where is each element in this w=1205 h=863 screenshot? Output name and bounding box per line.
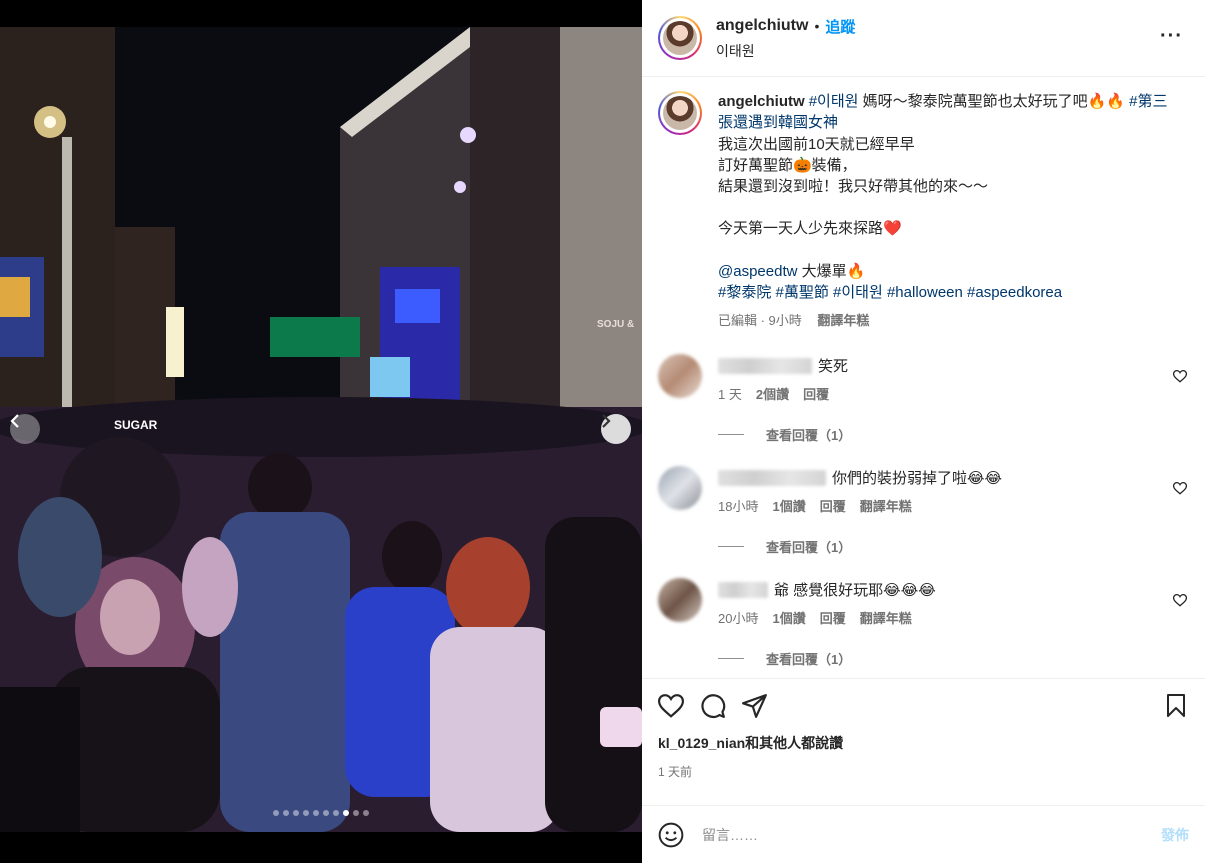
- caption-line: 我這次出國前10天就已經早早: [718, 135, 915, 153]
- halloween-street-scene: SUGAR SOJU &: [0, 27, 642, 832]
- hashtag-list: #黎泰院 #萬聖節 #이태원 #halloween #aspeedkorea: [718, 282, 1178, 303]
- comment-likes[interactable]: 2個讚: [756, 384, 789, 403]
- emoji-button[interactable]: [658, 822, 684, 848]
- chevron-right-icon: [602, 414, 611, 428]
- comment-text: 你們的裝扮弱掉了啦😂😂: [832, 470, 1003, 488]
- post-location[interactable]: 이태원: [716, 41, 855, 61]
- comment-text: 爺 感覺很好玩耶😂😂😂: [774, 582, 936, 600]
- add-comment-bar: 發佈: [642, 805, 1205, 863]
- comment-item: 你們的裝扮弱掉了啦😂😂 18小時 1個讚 回覆 翻譯年糕: [658, 465, 1189, 515]
- comment-time: 1 天: [718, 386, 742, 402]
- view-replies-button[interactable]: 查看回覆（1）: [718, 649, 1189, 668]
- paper-plane-icon: [742, 694, 767, 718]
- slide-dot: [333, 810, 339, 816]
- likes-summary[interactable]: kl_0129_nian和其他人都說讚: [642, 733, 1205, 753]
- reply-button[interactable]: 回覆: [820, 608, 846, 627]
- post-photo[interactable]: SUGAR SOJU &: [0, 27, 642, 832]
- comment-like-icon[interactable]: [1173, 593, 1187, 607]
- post-timestamp[interactable]: 1 天前: [642, 763, 1205, 780]
- translate-button[interactable]: 翻譯年糕: [860, 608, 912, 627]
- commenter-username-blurred[interactable]: [718, 581, 768, 598]
- slide-dot: [313, 810, 319, 816]
- chevron-left-icon: [10, 414, 19, 428]
- translate-button[interactable]: 翻譯年糕: [817, 313, 869, 328]
- next-photo-button[interactable]: [601, 414, 631, 444]
- prev-photo-button[interactable]: [10, 414, 40, 444]
- post-comment-button[interactable]: 發佈: [1161, 825, 1189, 845]
- hashtag-link[interactable]: #aspeedkorea: [967, 284, 1062, 301]
- caption-line: 訂好萬聖節🎃裝備，: [718, 156, 857, 174]
- view-replies-label: 查看回覆（1）: [766, 651, 852, 667]
- save-button[interactable]: [1165, 694, 1187, 721]
- post-caption: angelchiutw #이태원 媽呀～黎泰院萬聖節也太好玩了吧🔥🔥 #第三張還遇…: [658, 91, 1189, 332]
- commenter-username-blurred[interactable]: [718, 469, 826, 486]
- slide-dot: [293, 810, 299, 816]
- follow-button[interactable]: 追蹤: [825, 16, 855, 37]
- comment-time: 20小時: [718, 610, 759, 626]
- edited-time: 已編輯 · 9小時: [718, 313, 802, 329]
- caption-avatar[interactable]: [658, 91, 702, 135]
- caption-username[interactable]: angelchiutw: [718, 93, 805, 110]
- reply-button[interactable]: 回覆: [820, 496, 846, 515]
- hashtag-link[interactable]: #halloween: [887, 284, 963, 301]
- smiley-icon: [658, 822, 684, 847]
- comment-likes[interactable]: 1個讚: [772, 496, 805, 515]
- caption-text: 大爆單🔥: [797, 262, 866, 280]
- share-button[interactable]: [742, 694, 768, 718]
- commenter-avatar[interactable]: [658, 353, 702, 398]
- slide-dot: [343, 810, 349, 816]
- comment-item: 爺 感覺很好玩耶😂😂😂 20小時 1個讚 回覆 翻譯年糕: [658, 577, 1189, 627]
- comments-list[interactable]: angelchiutw #이태원 媽呀～黎泰院萬聖節也太好玩了吧🔥🔥 #第三張還遇…: [642, 77, 1205, 679]
- heart-icon: [658, 694, 684, 718]
- slide-indicator: [0, 810, 642, 816]
- comment-input[interactable]: [702, 826, 1161, 843]
- caption-line: 結果還到沒到啦！我只好帶其他的來～～: [718, 178, 989, 196]
- separator-dot: •: [814, 18, 820, 34]
- author-username[interactable]: angelchiutw: [716, 17, 808, 35]
- slide-dot: [273, 810, 279, 816]
- view-replies-button[interactable]: 查看回覆（1）: [718, 425, 1189, 444]
- view-replies-label: 查看回覆（1）: [766, 427, 852, 443]
- comment-likes[interactable]: 1個讚: [772, 608, 805, 627]
- post-actions: [642, 679, 1205, 733]
- more-options-icon[interactable]: ···: [1160, 26, 1183, 46]
- hashtag-link[interactable]: #이태원: [809, 93, 859, 110]
- post-header: angelchiutw • 追蹤 이태원 ···: [642, 0, 1205, 77]
- like-button[interactable]: [658, 694, 684, 718]
- instagram-post-modal: SUGAR SOJU & angelchiutw • 追蹤 이태원 ··· an…: [0, 0, 1205, 863]
- caption-text: 媽呀～黎泰院萬聖節也太好玩了吧🔥🔥: [858, 93, 1130, 110]
- comment-text: 笑死: [818, 358, 849, 376]
- sugar-sign: SUGAR: [114, 418, 158, 432]
- hashtag-link[interactable]: #이태원: [833, 284, 883, 301]
- comment-bubble-icon: [701, 694, 726, 718]
- view-replies-label: 查看回覆（1）: [766, 539, 852, 555]
- slide-dot: [353, 810, 359, 816]
- author-avatar[interactable]: [658, 16, 702, 60]
- comment-item: 笑死 1 天 2個讚 回覆: [658, 353, 1189, 403]
- post-sidebar: angelchiutw • 追蹤 이태원 ··· angelchiutw #이태원…: [642, 0, 1205, 863]
- soju-sign: SOJU &: [597, 319, 634, 330]
- mention-link[interactable]: @aspeedtw: [718, 263, 797, 280]
- comment-like-icon[interactable]: [1173, 481, 1187, 495]
- slide-dot: [323, 810, 329, 816]
- slide-dot: [363, 810, 369, 816]
- hashtag-link[interactable]: #萬聖節: [776, 284, 829, 301]
- comment-time: 18小時: [718, 498, 759, 514]
- comment-button[interactable]: [700, 693, 726, 719]
- translate-button[interactable]: 翻譯年糕: [860, 496, 912, 515]
- hashtag-link[interactable]: #黎泰院: [718, 284, 771, 301]
- comment-like-icon[interactable]: [1173, 369, 1187, 383]
- slide-dot: [283, 810, 289, 816]
- view-replies-button[interactable]: 查看回覆（1）: [718, 537, 1189, 556]
- caption-line: 今天第一天人少先來探路❤️: [718, 220, 902, 238]
- slide-dot: [303, 810, 309, 816]
- commenter-username-blurred[interactable]: [718, 357, 812, 374]
- commenter-avatar[interactable]: [658, 465, 702, 510]
- commenter-avatar[interactable]: [658, 577, 702, 622]
- reply-button[interactable]: 回覆: [803, 384, 829, 403]
- bookmark-icon: [1167, 694, 1185, 717]
